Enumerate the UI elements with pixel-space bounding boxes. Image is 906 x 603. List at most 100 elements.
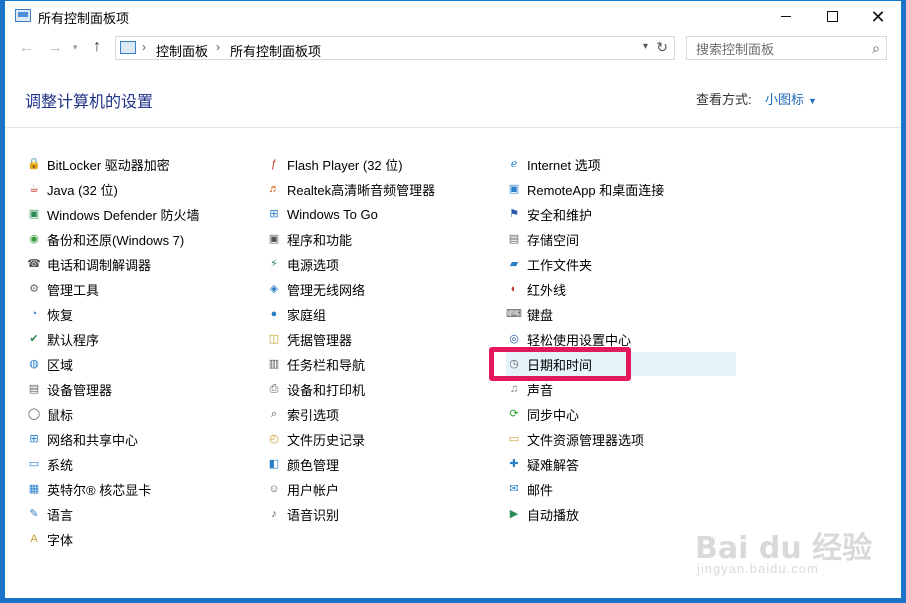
refresh-icon[interactable]: ↻ <box>656 39 668 56</box>
control-panel-item-label[interactable]: 文件历史记录 <box>287 430 365 449</box>
control-panel-item[interactable]: ✚ 疑难解答 <box>506 452 579 476</box>
control-panel-item[interactable]: ▣ 程序和功能 <box>266 227 352 251</box>
control-panel-item[interactable]: ◯ 鼠标 <box>26 402 73 426</box>
control-panel-item-label[interactable]: 自动播放 <box>527 505 579 524</box>
control-panel-item-label[interactable]: 字体 <box>47 530 73 549</box>
control-panel-item-label[interactable]: 英特尔® 核芯显卡 <box>47 480 151 499</box>
control-panel-item[interactable]: ⌕ 索引选项 <box>266 402 339 426</box>
control-panel-item[interactable]: ƒ Flash Player (32 位) <box>266 152 403 176</box>
control-panel-item-label[interactable]: 电源选项 <box>287 255 339 274</box>
control-panel-item[interactable]: ▤ 存储空间 <box>506 227 579 251</box>
control-panel-item[interactable]: ▶ 自动播放 <box>506 502 579 526</box>
control-panel-item-label[interactable]: 网络和共享中心 <box>47 430 138 449</box>
breadcrumb-control-panel[interactable]: 控制面板 <box>156 41 208 60</box>
up-button[interactable]: ↑ <box>93 38 101 56</box>
control-panel-item[interactable]: ◫ 凭据管理器 <box>266 327 352 351</box>
maximize-button[interactable] <box>809 1 855 32</box>
control-panel-item[interactable]: ▰ 工作文件夹 <box>506 252 592 276</box>
control-panel-item[interactable]: ⊞ Windows To Go <box>266 202 378 226</box>
control-panel-item-label[interactable]: 设备和打印机 <box>287 380 365 399</box>
control-panel-item[interactable]: ● 家庭组 <box>266 302 326 326</box>
control-panel-item[interactable]: ℯ Internet 选项 <box>506 152 601 176</box>
back-button[interactable]: ← <box>19 39 34 56</box>
control-panel-item-label[interactable]: 红外线 <box>527 280 566 299</box>
control-panel-item-label[interactable]: 管理工具 <box>47 280 99 299</box>
control-panel-item-label[interactable]: 用户帐户 <box>287 480 339 499</box>
control-panel-item-label[interactable]: Realtek高清晰音频管理器 <box>287 180 435 199</box>
control-panel-item[interactable]: ▤ 设备管理器 <box>26 377 112 401</box>
control-panel-item[interactable]: 🔒 BitLocker 驱动器加密 <box>26 152 170 176</box>
control-panel-item[interactable]: ▭ 文件资源管理器选项 <box>506 427 644 451</box>
control-panel-item-label[interactable]: Windows To Go <box>287 207 378 222</box>
control-panel-item[interactable]: ◧ 颜色管理 <box>266 452 339 476</box>
control-panel-item-label[interactable]: 文件资源管理器选项 <box>527 430 644 449</box>
control-panel-item-label[interactable]: 家庭组 <box>287 305 326 324</box>
control-panel-item-label[interactable]: 区域 <box>47 355 73 374</box>
control-panel-item[interactable]: ✉ 邮件 <box>506 477 553 501</box>
control-panel-item[interactable]: ✎ 语言 <box>26 502 73 526</box>
control-panel-item-label[interactable]: 安全和维护 <box>527 205 592 224</box>
control-panel-item[interactable]: ☕ Java (32 位) <box>26 177 118 201</box>
control-panel-item[interactable]: ▥ 任务栏和导航 <box>266 352 365 376</box>
forward-button[interactable]: → <box>48 39 63 56</box>
control-panel-item-label[interactable]: 系统 <box>47 455 73 474</box>
control-panel-item-label[interactable]: Flash Player (32 位) <box>287 155 403 174</box>
control-panel-item-label[interactable]: 轻松使用设置中心 <box>527 330 631 349</box>
control-panel-item-label[interactable]: 颜色管理 <box>287 455 339 474</box>
control-panel-item[interactable]: ◔ 恢复 <box>26 302 73 326</box>
control-panel-item[interactable]: ◉ 备份和还原(Windows 7) <box>26 227 184 251</box>
control-panel-item-label[interactable]: 声音 <box>527 380 553 399</box>
control-panel-item[interactable]: ▣ Windows Defender 防火墙 <box>26 202 200 226</box>
minimize-button[interactable] <box>763 1 809 32</box>
control-panel-item-label[interactable]: 程序和功能 <box>287 230 352 249</box>
control-panel-item-label[interactable]: Java (32 位) <box>47 180 118 199</box>
control-panel-item-label[interactable]: RemoteApp 和桌面连接 <box>527 180 664 199</box>
control-panel-item[interactable]: ▦ 英特尔® 核芯显卡 <box>26 477 151 501</box>
control-panel-item[interactable]: ☺ 用户帐户 <box>266 477 339 501</box>
chevron-down-icon[interactable]: ▼ <box>808 96 817 106</box>
control-panel-item[interactable]: ▣ RemoteApp 和桌面连接 <box>506 177 664 201</box>
control-panel-item-label[interactable]: BitLocker 驱动器加密 <box>47 155 170 174</box>
control-panel-item[interactable]: ◍ 区域 <box>26 352 73 376</box>
control-panel-item[interactable]: ◐ 红外线 <box>506 277 566 301</box>
address-dropdown-icon[interactable]: ▾ <box>643 41 648 52</box>
control-panel-item-label[interactable]: 同步中心 <box>527 405 579 424</box>
control-panel-item[interactable]: ♪ 语音识别 <box>266 502 339 526</box>
address-bar[interactable]: › 控制面板 › 所有控制面板项 ▾ ↻ <box>115 36 675 60</box>
control-panel-item[interactable]: ⟳ 同步中心 <box>506 402 579 426</box>
control-panel-item-label[interactable]: 鼠标 <box>47 405 73 424</box>
control-panel-item-label[interactable]: 邮件 <box>527 480 553 499</box>
view-by-dropdown[interactable]: 小图标 ▼ <box>765 89 817 108</box>
control-panel-item-label[interactable]: 索引选项 <box>287 405 339 424</box>
search-box[interactable]: ⌕ <box>686 36 887 61</box>
control-panel-item[interactable]: ♬ Realtek高清晰音频管理器 <box>266 177 436 201</box>
breadcrumb-separator-icon[interactable]: › <box>216 40 220 54</box>
control-panel-item-label[interactable]: 键盘 <box>527 305 553 324</box>
control-panel-item-label[interactable]: 语音识别 <box>287 505 339 524</box>
view-by-value[interactable]: 小图标 <box>765 92 804 107</box>
control-panel-item-label[interactable]: 电话和调制解调器 <box>47 255 151 274</box>
control-panel-item[interactable]: ⚑ 安全和维护 <box>506 202 592 226</box>
control-panel-item-label[interactable]: 恢复 <box>47 305 73 324</box>
control-panel-item-label[interactable]: 设备管理器 <box>47 380 112 399</box>
search-input[interactable] <box>687 37 868 61</box>
control-panel-item[interactable]: A 字体 <box>26 527 73 551</box>
control-panel-item[interactable]: ⚙ 管理工具 <box>26 277 99 301</box>
control-panel-item-label[interactable]: 凭据管理器 <box>287 330 352 349</box>
control-panel-item[interactable]: ✔ 默认程序 <box>26 327 99 351</box>
control-panel-item[interactable]: ◴ 文件历史记录 <box>266 427 365 451</box>
search-icon[interactable]: ⌕ <box>872 40 880 57</box>
breadcrumb-all-items[interactable]: 所有控制面板项 <box>230 41 321 60</box>
control-panel-item-label[interactable]: Windows Defender 防火墙 <box>47 205 199 224</box>
control-panel-item[interactable]: ▭ 系统 <box>26 452 73 476</box>
breadcrumb-separator-icon[interactable]: › <box>142 40 146 54</box>
control-panel-item[interactable]: ◈ 管理无线网络 <box>266 277 365 301</box>
control-panel-item-label[interactable]: 疑难解答 <box>527 455 579 474</box>
control-panel-item[interactable]: ☎ 电话和调制解调器 <box>26 252 151 276</box>
control-panel-item-label[interactable]: 存储空间 <box>527 230 579 249</box>
control-panel-item-label[interactable]: 任务栏和导航 <box>287 355 365 374</box>
recent-locations-chevron-icon[interactable]: ▾ <box>73 42 78 53</box>
close-button[interactable]: ✕ <box>855 1 901 32</box>
control-panel-item-label[interactable]: Internet 选项 <box>527 155 601 174</box>
control-panel-item-label[interactable]: 管理无线网络 <box>287 280 365 299</box>
